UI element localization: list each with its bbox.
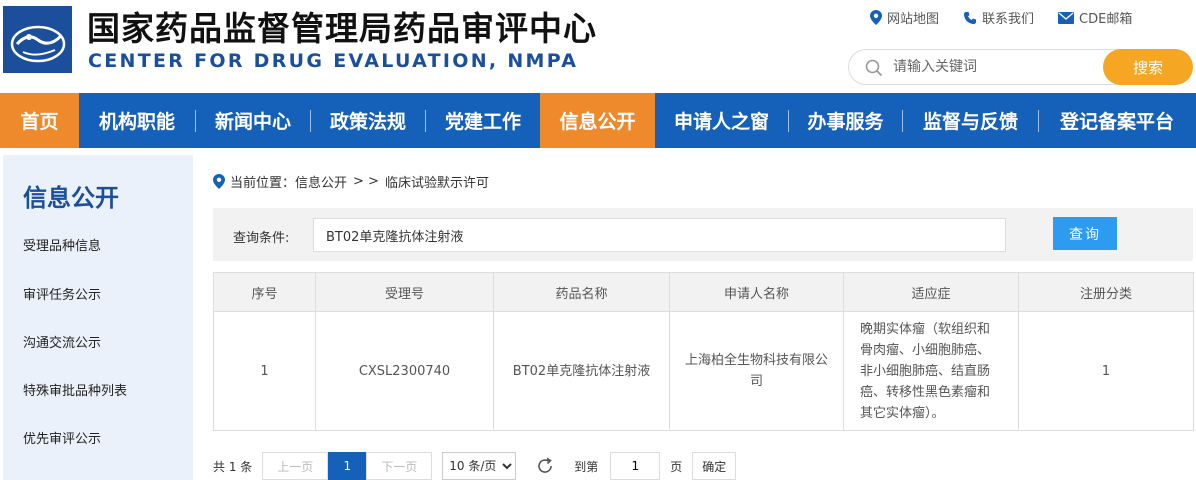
site-header: 国家药品监督管理局药品审评中心 CENTER FOR DRUG EVALUATI… [0, 0, 1196, 93]
pagination: 共 1 条 上一页 1 下一页 10 条/页 到第 页 确定 [213, 452, 737, 480]
column-header-no: 序号 [213, 272, 316, 312]
column-header-indication: 适应症 [843, 272, 1019, 312]
page-number-current[interactable]: 1 [328, 452, 367, 480]
sitemap-label: 网站地图 [887, 12, 940, 27]
sidebar-title: 信息公开 [23, 184, 119, 212]
cell-indication: 晚期实体瘤（软组织和骨肉瘤、小细胞肺癌、非小细胞肺癌、结直肠癌、转移性黑色素瘤和… [843, 311, 1019, 431]
query-input[interactable] [313, 218, 1006, 252]
column-header-category: 注册分类 [1018, 272, 1194, 312]
nav-item-applicant-window[interactable]: 申请人之窗 [655, 93, 788, 148]
nav-item-home[interactable]: 首页 [0, 93, 79, 148]
nav-item-supervision[interactable]: 监督与反馈 [903, 93, 1038, 148]
query-label: 查询条件: [233, 231, 290, 246]
goto-confirm-button[interactable]: 确定 [692, 452, 737, 480]
sidebar-item-accepted-varieties[interactable]: 受理品种信息 [23, 235, 101, 254]
column-header-drug-name: 药品名称 [493, 272, 670, 312]
column-header-accept-no: 受理号 [315, 272, 494, 312]
table-row[interactable]: 1 CXSL2300740 BT02单克隆抗体注射液 上海柏全生物科技有限公司 … [213, 311, 1194, 431]
nav-item-party[interactable]: 党建工作 [426, 93, 540, 148]
column-header-applicant: 申请人名称 [669, 272, 844, 312]
breadcrumb-prefix[interactable]: 当前位置：信息公开 [230, 172, 347, 191]
top-links: 网站地图 联系我们 CDE邮箱 [870, 8, 1132, 27]
nav-item-news[interactable]: 新闻中心 [196, 93, 310, 148]
cell-drug-name: BT02单克隆抗体注射液 [493, 311, 670, 431]
nav-item-policy[interactable]: 政策法规 [311, 93, 425, 148]
next-page-button[interactable]: 下一页 [366, 452, 433, 480]
sidebar-item-priority-review[interactable]: 优先审评公示 [23, 428, 101, 447]
goto-page-input[interactable] [610, 452, 661, 480]
sidebar-item-communication[interactable]: 沟通交流公示 [23, 332, 101, 351]
site-search-button[interactable]: 搜索 [1103, 49, 1193, 85]
cell-applicant: 上海柏全生物科技有限公司 [669, 311, 844, 431]
site-title-en: CENTER FOR DRUG EVALUATION, NMPA [88, 50, 579, 72]
cde-mail-link[interactable]: CDE邮箱 [1058, 8, 1132, 27]
breadcrumb: 当前位置：信息公开 > > 临床试验默示许可 [213, 172, 495, 191]
site-search-input[interactable] [893, 56, 1093, 78]
main-nav: 首页 机构职能 新闻中心 政策法规 党建工作 信息公开 申请人之窗 办事服务 监… [0, 93, 1196, 148]
sidebar-item-special-approval[interactable]: 特殊审批品种列表 [23, 380, 127, 399]
contact-label: 联系我们 [982, 12, 1035, 27]
nmpa-logo[interactable] [3, 6, 72, 73]
nav-item-info-disclosure[interactable]: 信息公开 [540, 93, 655, 148]
total-count: 共 1 条 [213, 459, 253, 474]
nav-item-functions[interactable]: 机构职能 [79, 93, 195, 148]
breadcrumb-separator: > > [353, 174, 379, 189]
query-panel: 查询条件: 查询 [213, 208, 1193, 261]
goto-label: 到第 [574, 459, 599, 474]
cell-accept-no: CXSL2300740 [315, 311, 494, 431]
breadcrumb-current: 临床试验默示许可 [384, 176, 489, 191]
location-pin-icon [213, 174, 225, 189]
cde-mail-label: CDE邮箱 [1079, 12, 1133, 27]
search-icon [865, 59, 883, 77]
page-size-select[interactable]: 10 条/页 [442, 452, 517, 480]
sidebar-item-review-tasks[interactable]: 审评任务公示 [23, 284, 101, 303]
sidebar: 信息公开 受理品种信息 审评任务公示 沟通交流公示 特殊审批品种列表 优先审评公… [3, 155, 193, 480]
results-table: 序号 受理号 药品名称 申请人名称 适应症 注册分类 1 CXSL2300740… [213, 272, 1194, 431]
page-unit-label: 页 [670, 459, 683, 474]
query-button[interactable]: 查询 [1053, 217, 1117, 250]
nav-item-registration-platform[interactable]: 登记备案平台 [1039, 93, 1195, 148]
site-title-cn: 国家药品监督管理局药品审评中心 [87, 9, 597, 48]
prev-page-button[interactable]: 上一页 [262, 452, 329, 480]
phone-icon [964, 11, 977, 24]
cell-category: 1 [1018, 311, 1194, 431]
mail-icon [1058, 11, 1075, 24]
location-pin-icon [870, 10, 882, 25]
nav-item-services[interactable]: 办事服务 [789, 93, 902, 148]
cell-no: 1 [213, 311, 316, 431]
table-header-row: 序号 受理号 药品名称 申请人名称 适应症 注册分类 [213, 272, 1194, 312]
sitemap-link[interactable]: 网站地图 [870, 8, 939, 27]
refresh-icon[interactable] [536, 457, 554, 475]
contact-link[interactable]: 联系我们 [963, 8, 1034, 27]
